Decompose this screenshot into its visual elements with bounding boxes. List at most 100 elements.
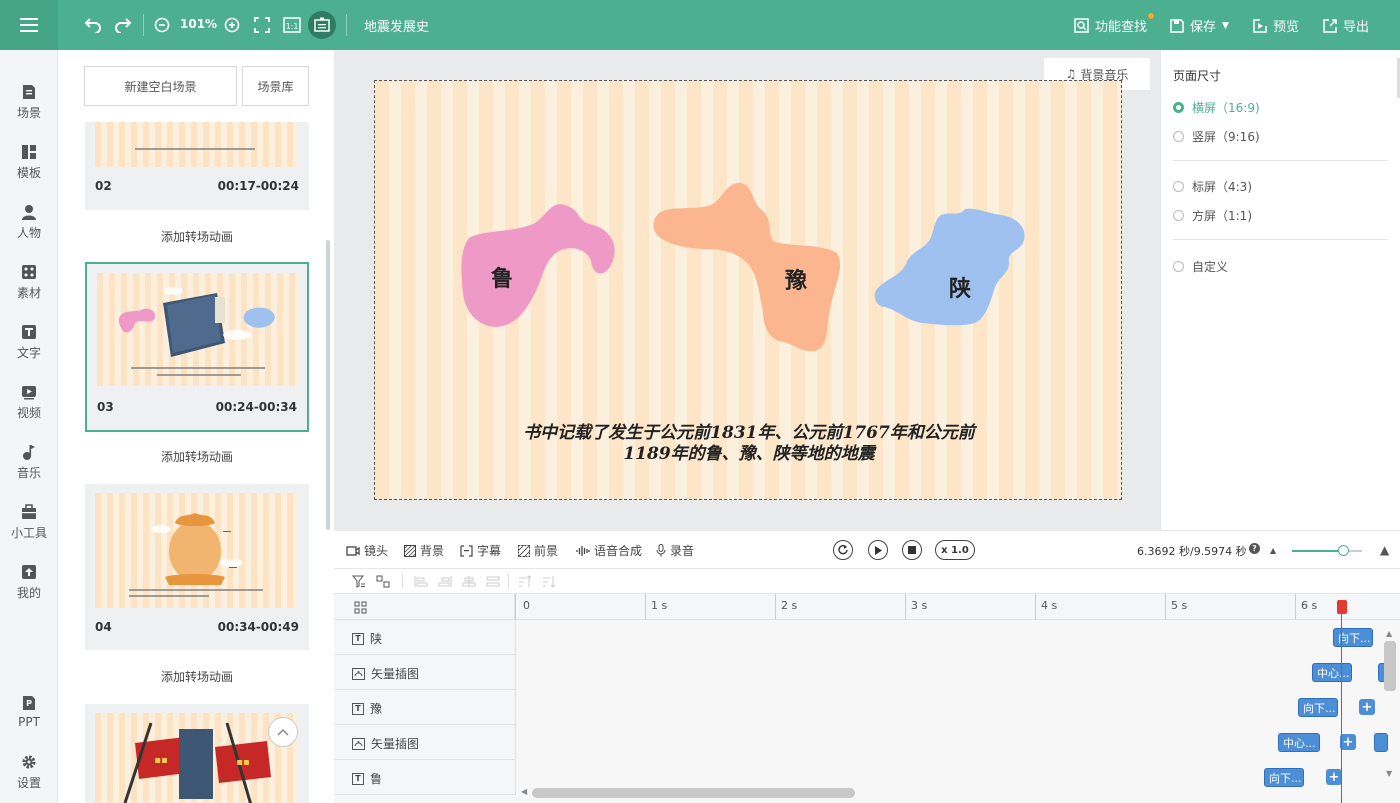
nav-material[interactable]: 素材 <box>0 254 58 310</box>
background-button[interactable]: 背景 <box>404 542 444 559</box>
distribute-icon[interactable] <box>486 575 500 588</box>
align-center-icon[interactable] <box>462 575 476 588</box>
region-label-lu[interactable]: 鲁 <box>491 261 513 293</box>
foreground-button[interactable]: 前景 <box>518 542 558 559</box>
timeline-zoom-slider-knob[interactable] <box>1338 545 1349 556</box>
track-row[interactable]: T豫 向下... + <box>334 690 1400 725</box>
track-lane[interactable]: 中心... <box>515 655 1400 690</box>
track-row[interactable]: 矢量插图 中心... <box>334 655 1400 690</box>
radio-custom[interactable]: 自定义 <box>1173 258 1228 275</box>
track-lane[interactable]: 向下... + <box>515 690 1400 725</box>
add-transition-link[interactable]: 添加转场动画 <box>85 448 309 465</box>
timeline-vertical-scrollbar[interactable] <box>1384 641 1396 691</box>
timeline-ruler[interactable]: 0 1 s 2 s 3 s 4 s 5 s 6 s <box>515 594 1400 620</box>
align-left-icon[interactable] <box>414 575 428 588</box>
animation-chip[interactable]: 向下... <box>1298 698 1338 717</box>
tts-label: 语音合成 <box>594 544 643 558</box>
caption-text[interactable]: 书中记载了发生于公元前1831年、公元前1767年和公元前 1189年的鲁、豫、… <box>375 423 1123 465</box>
scene-card-02[interactable]: 02 00:17-00:24 <box>85 122 309 210</box>
record-button[interactable]: 录音 <box>656 542 694 559</box>
nav-label: 我的 <box>16 585 41 600</box>
nav-scene[interactable]: 场景 <box>0 74 58 130</box>
save-icon <box>1170 18 1184 33</box>
group-icon[interactable] <box>376 575 390 588</box>
radio-portrait[interactable]: 竖屏（9:16) <box>1173 128 1260 145</box>
track-row[interactable]: 矢量插图 中心... + <box>334 725 1400 760</box>
save-button[interactable]: 保存 ▼ <box>1170 16 1229 35</box>
radio-square[interactable]: 方屏（1:1) <box>1173 207 1252 224</box>
play-icon[interactable] <box>868 540 888 560</box>
preview-button[interactable]: 预览 <box>1253 16 1299 35</box>
actual-size-icon[interactable]: 1:1 <box>282 13 302 37</box>
animation-chip[interactable]: 向下... <box>1264 768 1304 787</box>
align-right-icon[interactable] <box>438 575 452 588</box>
scene-library-button[interactable]: 场景库 <box>242 66 309 106</box>
playback-speed-button[interactable]: x 1.0 <box>935 540 975 560</box>
nav-template[interactable]: 模板 <box>0 134 58 190</box>
nav-text[interactable]: 文字 <box>0 314 58 370</box>
track-name: 豫 <box>370 702 383 716</box>
subtitle-button[interactable]: 字幕 <box>460 542 501 559</box>
fullscreen-icon[interactable] <box>252 13 272 37</box>
track-row[interactable]: T鲁 向下... + <box>334 760 1400 795</box>
nav-mine[interactable]: 我的 <box>0 554 58 610</box>
scroll-down-icon[interactable]: ▼ <box>1386 769 1392 778</box>
scroll-up-icon[interactable]: ▲ <box>1386 629 1392 638</box>
zoom-large-mountain-icon[interactable]: ▲ <box>1380 543 1389 557</box>
playhead-handle[interactable] <box>1337 600 1347 614</box>
add-animation-icon[interactable]: + <box>1326 769 1342 785</box>
animation-chip[interactable]: 中心... <box>1278 733 1320 752</box>
scene-list-scrollbar[interactable] <box>326 240 330 530</box>
tts-button[interactable]: 语音合成 <box>576 542 642 559</box>
subtitle-toggle-icon[interactable] <box>308 11 336 39</box>
add-transition-link[interactable]: 添加转场动画 <box>85 228 309 245</box>
track-lane[interactable]: 中心... + <box>515 725 1400 760</box>
sort-up-icon[interactable] <box>518 575 532 588</box>
track-lane[interactable]: 向下... <box>515 620 1400 655</box>
replay-icon[interactable] <box>833 540 853 560</box>
add-transition-link[interactable]: 添加转场动画 <box>85 668 309 685</box>
animation-chip[interactable]: 向下... <box>1333 628 1373 647</box>
radio-standard[interactable]: 标屏（4:3) <box>1173 178 1252 195</box>
undo-icon[interactable] <box>82 13 104 37</box>
region-label-yu[interactable]: 豫 <box>785 263 807 295</box>
scene-card-03[interactable]: 03 00:24-00:34 <box>85 262 309 432</box>
nav-settings[interactable]: 设置 <box>0 744 58 800</box>
scene-number: 04 <box>95 620 112 634</box>
zoom-level: 101% <box>180 17 218 31</box>
lens-button[interactable]: 镜头 <box>346 542 388 559</box>
hamburger-menu-icon[interactable] <box>0 0 58 50</box>
region-label-shan[interactable]: 陕 <box>949 271 971 303</box>
track-row[interactable]: T陕 向下... <box>334 620 1400 655</box>
radio-landscape[interactable]: 横屏（16:9) <box>1173 99 1260 116</box>
tick <box>775 594 776 620</box>
new-blank-scene-button[interactable]: 新建空白场景 <box>84 66 237 106</box>
nav-music[interactable]: 音乐 <box>0 434 58 490</box>
animation-chip[interactable] <box>1374 733 1388 752</box>
scroll-to-top-icon[interactable] <box>268 717 298 747</box>
zoom-in-icon[interactable] <box>222 13 242 37</box>
timeline-horizontal-scrollbar[interactable] <box>532 788 855 798</box>
add-animation-icon[interactable]: + <box>1359 699 1375 715</box>
animation-chip[interactable]: 中心... <box>1312 663 1352 682</box>
sort-down-icon[interactable] <box>542 575 556 588</box>
export-button[interactable]: 导出 <box>1323 16 1369 35</box>
zoom-small-mountain-icon[interactable]: ▲ <box>1270 546 1276 555</box>
layers-icon[interactable] <box>354 601 367 614</box>
stop-icon[interactable] <box>902 540 922 560</box>
nav-toolbox[interactable]: 小工具 <box>0 494 58 550</box>
redo-icon[interactable] <box>112 13 134 37</box>
add-animation-icon[interactable]: + <box>1340 734 1356 750</box>
stage-canvas[interactable]: 鲁 豫 陕 书中记载了发生于公元前1831年、公元前1767年和公元前 1189… <box>374 80 1122 500</box>
playhead-line <box>1341 601 1342 803</box>
zoom-out-icon[interactable] <box>152 13 172 37</box>
scene-card-04[interactable]: 04 00:34-00:49 <box>85 484 309 650</box>
help-icon[interactable]: ? <box>1249 543 1260 554</box>
nav-ppt[interactable]: P PPT <box>0 684 58 740</box>
document-title[interactable]: 地震发展史 <box>364 16 429 35</box>
nav-person[interactable]: 人物 <box>0 194 58 250</box>
filter-icon[interactable] <box>352 575 366 588</box>
feature-search-button[interactable]: 功能查找 <box>1074 16 1147 35</box>
nav-video[interactable]: 视频 <box>0 374 58 430</box>
scroll-left-icon[interactable]: ◀ <box>521 787 527 796</box>
